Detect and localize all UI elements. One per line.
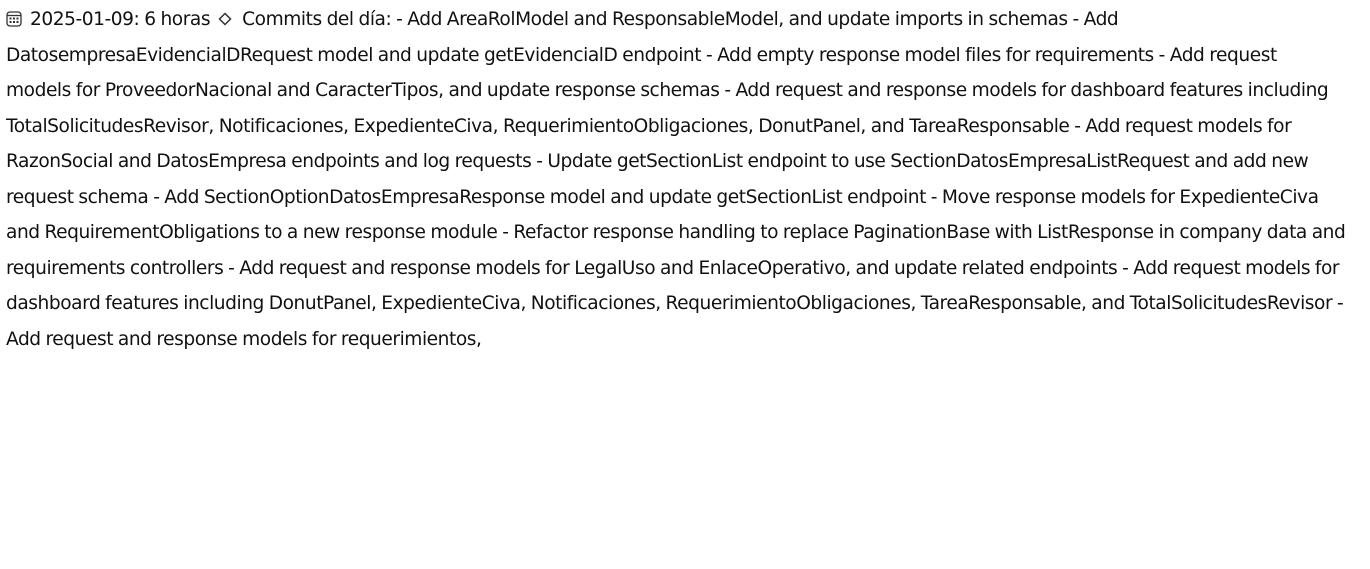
commits-text: Commits del día: - Add AreaRolModel and … xyxy=(6,9,1346,350)
diamond-outline-icon xyxy=(218,12,232,26)
calendar-icon xyxy=(6,11,22,27)
work-log-entry: 2025-01-09: 6 horas Commits del día: - Ad… xyxy=(6,2,1346,357)
date-hours-label: 2025-01-09: 6 horas xyxy=(30,9,211,30)
